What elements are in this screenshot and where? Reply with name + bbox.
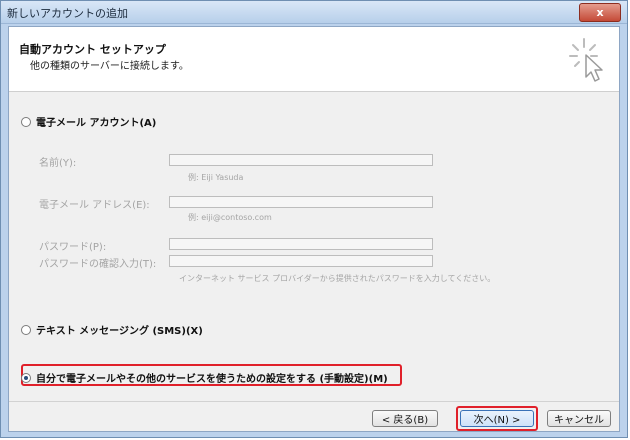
wizard-sparkle-cursor-icon (569, 38, 603, 82)
close-icon: x (596, 6, 604, 19)
radio-button-selected[interactable] (21, 372, 31, 383)
email-field[interactable] (169, 196, 433, 208)
radio-sms-label: テキスト メッセージング (SMS)(X) (36, 326, 203, 337)
password-hint: インターネット サービス プロバイダーから提供されたパスワードを入力してください… (179, 274, 496, 283)
add-account-window: 新しいアカウントの追加 x 自動アカウント セットアップ 他の種類のサーバーに接… (0, 0, 628, 438)
email-label: 電子メール アドレス(E): (39, 200, 150, 211)
radio-button[interactable] (21, 116, 31, 127)
password-confirm-label: パスワードの確認入力(T): (39, 259, 157, 270)
page-subtitle: 他の種類のサーバーに接続します。 (30, 61, 189, 72)
window-title: 新しいアカウントの追加 (7, 7, 128, 20)
wizard-content: 自動アカウント セットアップ 他の種類のサーバーに接続します。 電子メール アカ… (8, 26, 620, 432)
radio-sms[interactable]: テキスト メッセージング (SMS)(X) (21, 322, 203, 337)
cancel-button[interactable]: キャンセル (547, 410, 611, 427)
name-label: 名前(Y): (39, 158, 77, 169)
title-bar[interactable]: 新しいアカウントの追加 x (1, 1, 627, 24)
password-confirm-field[interactable] (169, 255, 433, 267)
radio-email-account[interactable]: 電子メール アカウント(A) (21, 114, 156, 129)
password-label: パスワード(P): (39, 242, 107, 253)
radio-manual-setup-label: 自分で電子メールやその他のサービスを使うための設定をする (手動設定)(M) (36, 374, 388, 385)
back-button[interactable]: < 戻る(B) (372, 410, 438, 427)
page-title: 自動アカウント セットアップ (19, 43, 166, 56)
wizard-header: 自動アカウント セットアップ 他の種類のサーバーに接続します。 (9, 27, 619, 92)
email-hint: 例: eiji@contoso.com (188, 213, 272, 222)
radio-email-account-label: 電子メール アカウント(A) (36, 118, 157, 129)
footer-divider (9, 401, 619, 402)
password-field[interactable] (169, 238, 433, 250)
radio-manual-setup[interactable]: 自分で電子メールやその他のサービスを使うための設定をする (手動設定)(M) (21, 370, 388, 385)
next-button[interactable]: 次へ(N) > (460, 410, 534, 427)
name-field[interactable] (169, 154, 433, 166)
name-hint: 例: Eiji Yasuda (188, 173, 244, 182)
radio-button[interactable] (21, 324, 31, 335)
close-button[interactable]: x (579, 3, 621, 22)
